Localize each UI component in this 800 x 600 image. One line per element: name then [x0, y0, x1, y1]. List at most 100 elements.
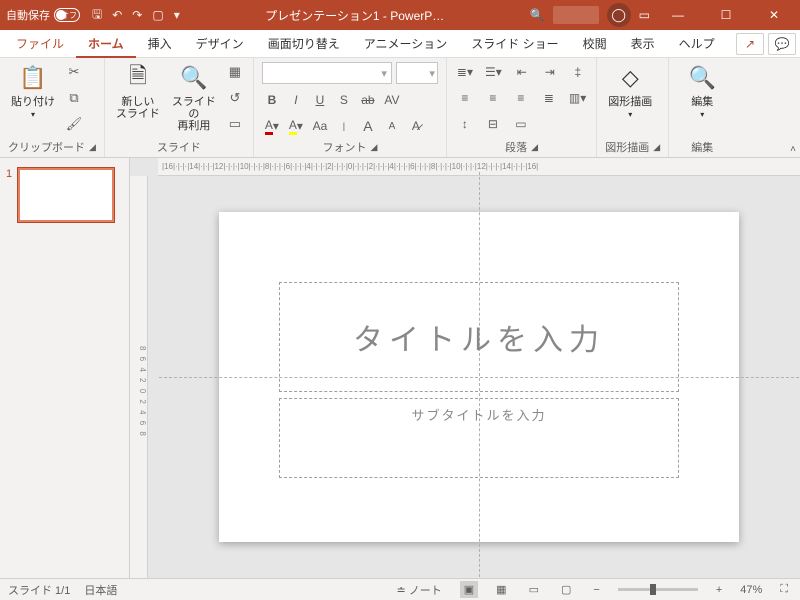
share-button[interactable]: ↗ [736, 33, 764, 55]
window-title: プレゼンテーション1 - PowerP… [180, 7, 530, 24]
user-avatar-icon[interactable]: ◯ [607, 3, 631, 27]
align-left-button[interactable]: ≡ [455, 88, 475, 108]
numbering-button[interactable]: ☰▾ [483, 62, 504, 82]
zoom-level[interactable]: 47% [740, 584, 762, 596]
paste-button[interactable]: 📋 貼り付け ▾ [8, 62, 58, 119]
tab-insert[interactable]: 挿入 [136, 30, 184, 58]
slide-canvas[interactable]: タイトルを入力 サブタイトルを入力 [219, 212, 739, 542]
save-icon[interactable]: 🖫 [92, 5, 102, 26]
zoom-in-button[interactable]: + [712, 584, 726, 596]
bold-button[interactable]: B [262, 90, 282, 110]
sorter-view-icon[interactable]: ▦ [492, 583, 510, 596]
group-paragraph-label: 段落 [505, 139, 527, 155]
shapes-button[interactable]: ◇ 図形描画 ▾ [605, 62, 655, 119]
slide-thumbnails: 1 [0, 158, 130, 578]
section-icon[interactable]: ▭ [225, 114, 245, 134]
indent-decrease-button[interactable]: ⇤ [512, 62, 532, 82]
strike-button[interactable]: ab [358, 90, 378, 110]
smartart-button[interactable]: ▭ [511, 114, 531, 134]
collapse-ribbon-icon[interactable]: ˄ [790, 144, 796, 155]
decrease-font-button[interactable]: A [382, 116, 402, 136]
editing-button[interactable]: 🔍 編集 ▾ [677, 62, 727, 119]
italic-button[interactable]: I [286, 90, 306, 110]
dialog-launcher-icon[interactable]: ◢ [89, 142, 96, 153]
language-indicator[interactable]: 日本語 [84, 582, 117, 598]
reuse-slides-icon: 🔍 [178, 62, 210, 94]
status-bar: スライド 1/1 日本語 ≐ ノート ▣ ▦ ▭ ▢ − + 47% ⛶ [0, 578, 800, 600]
thumbnail-preview[interactable] [18, 168, 114, 222]
tab-animations[interactable]: アニメーション [352, 30, 460, 58]
autosave-toggle[interactable]: 自動保存 オフ [6, 7, 80, 23]
dialog-launcher-icon[interactable]: ◢ [370, 142, 377, 153]
ribbon-tabs: ファイル ホーム 挿入 デザイン 画面切り替え アニメーション スライド ショー… [0, 30, 800, 58]
align-center-button[interactable]: ≡ [483, 88, 503, 108]
highlight-button[interactable]: A ▾ [286, 116, 306, 136]
minimize-button[interactable]: — [658, 0, 698, 30]
title-bar: 自動保存 オフ 🖫 ↶ ↷ ▢ ▾ プレゼンテーション1 - PowerP… 🔍… [0, 0, 800, 30]
group-font-label: フォント [322, 139, 366, 155]
slide-counter[interactable]: スライド 1/1 [8, 582, 70, 598]
align-text-button[interactable]: ⊟ [483, 114, 503, 134]
comments-button[interactable]: 💬 [768, 33, 796, 55]
close-button[interactable]: ✕ [754, 0, 794, 30]
dialog-launcher-icon[interactable]: ◢ [531, 142, 538, 153]
title-placeholder[interactable]: タイトルを入力 [279, 282, 679, 392]
maximize-button[interactable]: ☐ [706, 0, 746, 30]
qat-more-icon[interactable]: ▾ [174, 8, 180, 22]
layout-icon[interactable]: ▦ [225, 62, 245, 82]
char-spacing-button[interactable]: AV [382, 90, 402, 110]
bullets-button[interactable]: ≣▾ [455, 62, 475, 82]
slide-editor: |16|·|·|·|14|·|·|·|12|·|·|·|10|·|·|·|8|·… [130, 158, 800, 578]
clear-formatting-button[interactable]: A̷ [406, 116, 426, 136]
font-size-combo[interactable]: ▾ [396, 62, 438, 84]
normal-view-icon[interactable]: ▣ [460, 581, 478, 598]
columns-button[interactable]: ▥▾ [567, 88, 588, 108]
ribbon-display-icon[interactable]: ▭ [639, 8, 650, 22]
font-color-button[interactable]: A ▾ [262, 116, 282, 136]
thumbnail-1[interactable]: 1 [6, 168, 123, 222]
shadow-button[interactable]: S [334, 90, 354, 110]
group-slides: 🗎 新しい スライド 🔍 スライドの 再利用 ▦ ↺ ▭ スライド [105, 58, 254, 157]
notes-button[interactable]: ≐ ノート [392, 582, 445, 598]
indent-increase-button[interactable]: ⇥ [540, 62, 560, 82]
tab-transitions[interactable]: 画面切り替え [256, 30, 352, 58]
tab-help[interactable]: ヘルプ [667, 30, 727, 58]
search-icon[interactable]: 🔍 [530, 8, 545, 22]
tab-home[interactable]: ホーム [76, 30, 136, 58]
line-spacing-button[interactable]: ‡ [568, 62, 588, 82]
autosave-off-pill[interactable]: オフ [54, 8, 80, 22]
subtitle-placeholder[interactable]: サブタイトルを入力 [279, 398, 679, 478]
underline-button[interactable]: U [310, 90, 330, 110]
redo-icon[interactable]: ↷ [132, 8, 142, 22]
format-painter-icon[interactable]: 🖌 [64, 114, 84, 134]
tab-slideshow[interactable]: スライド ショー [459, 30, 570, 58]
reuse-slides-button[interactable]: 🔍 スライドの 再利用 [169, 62, 219, 132]
change-case-button[interactable]: Aa [310, 116, 330, 136]
tab-design[interactable]: デザイン [184, 30, 256, 58]
vertical-ruler[interactable]: 8 6 4 2 0 2 4 6 8 [130, 176, 148, 578]
reset-icon[interactable]: ↺ [225, 88, 245, 108]
text-direction-button[interactable]: ↕ [455, 114, 475, 134]
zoom-slider[interactable] [618, 588, 698, 591]
copy-icon[interactable]: ⧉ [64, 88, 84, 108]
align-right-button[interactable]: ≡ [511, 88, 531, 108]
work-area: 1 |16|·|·|·|14|·|·|·|12|·|·|·|10|·|·|·|8… [0, 158, 800, 578]
new-slide-button[interactable]: 🗎 新しい スライド [113, 62, 163, 120]
undo-icon[interactable]: ↶ [112, 8, 122, 22]
new-slide-icon: 🗎 [122, 62, 154, 94]
increase-font-button[interactable]: A [358, 116, 378, 136]
slideshow-start-icon[interactable]: ▢ [152, 8, 163, 22]
reading-view-icon[interactable]: ▭ [525, 583, 543, 596]
fit-to-window-icon[interactable]: ⛶ [776, 583, 792, 596]
dialog-launcher-icon[interactable]: ◢ [653, 142, 660, 153]
slideshow-view-icon[interactable]: ▢ [557, 583, 575, 596]
tab-file[interactable]: ファイル [4, 30, 76, 58]
user-name[interactable] [553, 6, 599, 24]
cut-icon[interactable]: ✂ [64, 62, 84, 82]
zoom-out-button[interactable]: − [589, 584, 603, 596]
autosave-label: 自動保存 [6, 7, 50, 23]
justify-button[interactable]: ≣ [539, 88, 559, 108]
font-name-combo[interactable]: ▾ [262, 62, 392, 84]
tab-review[interactable]: 校閲 [571, 30, 619, 58]
tab-view[interactable]: 表示 [619, 30, 667, 58]
